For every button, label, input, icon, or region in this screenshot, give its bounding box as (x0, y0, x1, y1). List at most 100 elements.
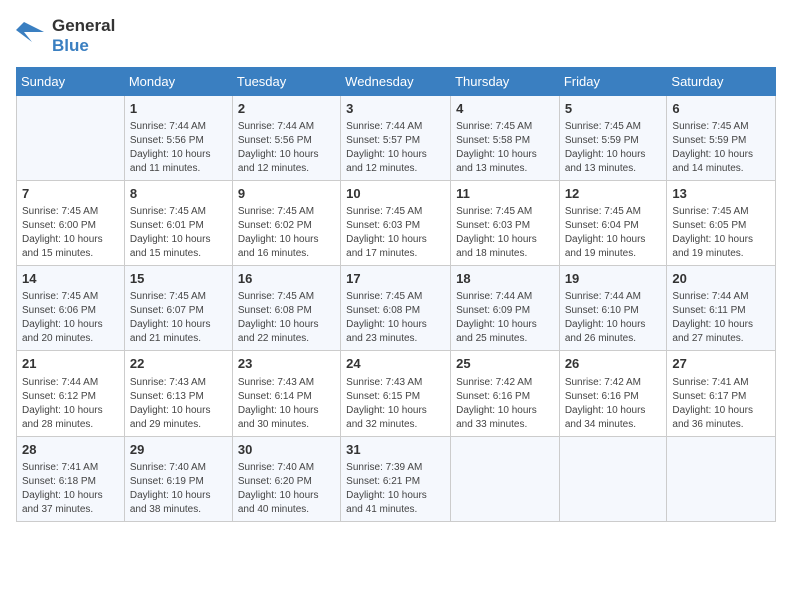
day-info: Sunrise: 7:43 AM Sunset: 6:15 PM Dayligh… (346, 376, 445, 432)
calendar-week-row: 21 Sunrise: 7:44 AM Sunset: 6:12 PM Dayli… (17, 351, 776, 436)
day-number: 13 (672, 185, 770, 203)
calendar-cell: 4 Sunrise: 7:45 AM Sunset: 5:58 PM Daylig… (451, 95, 560, 180)
day-number: 11 (456, 185, 554, 203)
calendar-cell: 9Sunrise: 7:45 AM Sunset: 6:02 PM Daylig… (232, 180, 340, 265)
calendar-cell: 25 Sunrise: 7:42 AM Sunset: 6:16 PM Dayli… (451, 351, 560, 436)
day-number: 16 (238, 270, 335, 288)
day-number: 2 (238, 100, 335, 118)
day-info: Sunrise: 7:44 AM Sunset: 5:56 PM Dayligh… (238, 120, 335, 176)
day-number: 17 (346, 270, 445, 288)
day-number: 22 (130, 355, 227, 373)
day-number: 6 (672, 100, 770, 118)
weekday-header-friday: Friday (559, 67, 667, 95)
calendar-cell: 3 Sunrise: 7:44 AM Sunset: 5:57 PM Daylig… (341, 95, 451, 180)
calendar-cell: 19 Sunrise: 7:44 AM Sunset: 6:10 PM Dayli… (559, 266, 667, 351)
calendar-cell: 31 Sunrise: 7:39 AM Sunset: 6:21 PM Dayli… (341, 436, 451, 521)
calendar-cell: 2 Sunrise: 7:44 AM Sunset: 5:56 PM Daylig… (232, 95, 340, 180)
day-info: Sunrise: 7:43 AM Sunset: 6:14 PM Dayligh… (238, 376, 335, 432)
day-info: Sunrise: 7:42 AM Sunset: 6:16 PM Dayligh… (456, 376, 554, 432)
day-number: 3 (346, 100, 445, 118)
page-header: GeneralBlue (16, 16, 776, 57)
day-number: 15 (130, 270, 227, 288)
calendar-table: SundayMondayTuesdayWednesdayThursdayFrid… (16, 67, 776, 522)
weekday-header-tuesday: Tuesday (232, 67, 340, 95)
day-number: 24 (346, 355, 445, 373)
calendar-cell: 17 Sunrise: 7:45 AM Sunset: 6:08 PM Dayli… (341, 266, 451, 351)
day-info: Sunrise: 7:45 AM Sunset: 5:59 PM Dayligh… (565, 120, 662, 176)
day-info: Sunrise: 7:41 AM Sunset: 6:18 PM Dayligh… (22, 461, 119, 517)
day-info: Sunrise: 7:44 AM Sunset: 6:11 PM Dayligh… (672, 290, 770, 346)
day-info: Sunrise: 7:40 AM Sunset: 6:20 PM Dayligh… (238, 461, 335, 517)
day-info: Sunrise: 7:45 AM Sunset: 6:08 PM Dayligh… (346, 290, 445, 346)
calendar-cell: 27Sunrise: 7:41 AM Sunset: 6:17 PM Dayli… (667, 351, 776, 436)
calendar-cell: 20 Sunrise: 7:44 AM Sunset: 6:11 PM Dayli… (667, 266, 776, 351)
day-number: 28 (22, 441, 119, 459)
calendar-cell: 11 Sunrise: 7:45 AM Sunset: 6:03 PM Dayli… (451, 180, 560, 265)
day-info: Sunrise: 7:45 AM Sunset: 6:02 PM Dayligh… (238, 205, 335, 261)
day-number: 31 (346, 441, 445, 459)
day-info: Sunrise: 7:45 AM Sunset: 6:05 PM Dayligh… (672, 205, 770, 261)
calendar-cell (559, 436, 667, 521)
calendar-week-row: 28 Sunrise: 7:41 AM Sunset: 6:18 PM Dayli… (17, 436, 776, 521)
day-info: Sunrise: 7:43 AM Sunset: 6:13 PM Dayligh… (130, 376, 227, 432)
logo-blue: Blue (52, 36, 115, 56)
day-info: Sunrise: 7:45 AM Sunset: 6:08 PM Dayligh… (238, 290, 335, 346)
calendar-cell: 21 Sunrise: 7:44 AM Sunset: 6:12 PM Dayli… (17, 351, 125, 436)
day-number: 5 (565, 100, 662, 118)
day-info: Sunrise: 7:45 AM Sunset: 6:03 PM Dayligh… (346, 205, 445, 261)
calendar-cell: 24 Sunrise: 7:43 AM Sunset: 6:15 PM Dayli… (341, 351, 451, 436)
day-info: Sunrise: 7:44 AM Sunset: 6:10 PM Dayligh… (565, 290, 662, 346)
calendar-cell: 16 Sunrise: 7:45 AM Sunset: 6:08 PM Dayli… (232, 266, 340, 351)
weekday-header-monday: Monday (124, 67, 232, 95)
day-info: Sunrise: 7:39 AM Sunset: 6:21 PM Dayligh… (346, 461, 445, 517)
day-number: 23 (238, 355, 335, 373)
day-info: Sunrise: 7:45 AM Sunset: 6:03 PM Dayligh… (456, 205, 554, 261)
day-number: 30 (238, 441, 335, 459)
day-number: 7 (22, 185, 119, 203)
calendar-week-row: 14Sunrise: 7:45 AM Sunset: 6:06 PM Dayli… (17, 266, 776, 351)
weekday-header-wednesday: Wednesday (341, 67, 451, 95)
weekday-header-thursday: Thursday (451, 67, 560, 95)
calendar-cell: 22 Sunrise: 7:43 AM Sunset: 6:13 PM Dayli… (124, 351, 232, 436)
day-info: Sunrise: 7:45 AM Sunset: 6:07 PM Dayligh… (130, 290, 227, 346)
day-number: 21 (22, 355, 119, 373)
logo-bird-icon (16, 18, 48, 54)
day-number: 18 (456, 270, 554, 288)
day-info: Sunrise: 7:44 AM Sunset: 6:09 PM Dayligh… (456, 290, 554, 346)
day-info: Sunrise: 7:44 AM Sunset: 5:56 PM Dayligh… (130, 120, 227, 176)
day-number: 19 (565, 270, 662, 288)
calendar-cell: 28 Sunrise: 7:41 AM Sunset: 6:18 PM Dayli… (17, 436, 125, 521)
day-info: Sunrise: 7:40 AM Sunset: 6:19 PM Dayligh… (130, 461, 227, 517)
day-info: Sunrise: 7:44 AM Sunset: 5:57 PM Dayligh… (346, 120, 445, 176)
day-info: Sunrise: 7:41 AM Sunset: 6:17 PM Dayligh… (672, 376, 770, 432)
calendar-week-row: 7 Sunrise: 7:45 AM Sunset: 6:00 PM Daylig… (17, 180, 776, 265)
calendar-cell: 13 Sunrise: 7:45 AM Sunset: 6:05 PM Dayli… (667, 180, 776, 265)
calendar-cell: 8Sunrise: 7:45 AM Sunset: 6:01 PM Daylig… (124, 180, 232, 265)
day-number: 26 (565, 355, 662, 373)
day-info: Sunrise: 7:45 AM Sunset: 6:04 PM Dayligh… (565, 205, 662, 261)
day-info: Sunrise: 7:45 AM Sunset: 6:06 PM Dayligh… (22, 290, 119, 346)
weekday-header-row: SundayMondayTuesdayWednesdayThursdayFrid… (17, 67, 776, 95)
calendar-cell: 15 Sunrise: 7:45 AM Sunset: 6:07 PM Dayli… (124, 266, 232, 351)
calendar-cell: 7 Sunrise: 7:45 AM Sunset: 6:00 PM Daylig… (17, 180, 125, 265)
calendar-cell (17, 95, 125, 180)
calendar-cell: 26 Sunrise: 7:42 AM Sunset: 6:16 PM Dayli… (559, 351, 667, 436)
calendar-cell: 5 Sunrise: 7:45 AM Sunset: 5:59 PM Daylig… (559, 95, 667, 180)
day-number: 29 (130, 441, 227, 459)
day-number: 20 (672, 270, 770, 288)
day-info: Sunrise: 7:42 AM Sunset: 6:16 PM Dayligh… (565, 376, 662, 432)
day-number: 8 (130, 185, 227, 203)
logo: GeneralBlue (16, 16, 115, 57)
logo-general: General (52, 16, 115, 36)
calendar-cell (667, 436, 776, 521)
day-number: 4 (456, 100, 554, 118)
calendar-cell: 18 Sunrise: 7:44 AM Sunset: 6:09 PM Dayli… (451, 266, 560, 351)
day-info: Sunrise: 7:44 AM Sunset: 6:12 PM Dayligh… (22, 376, 119, 432)
day-number: 25 (456, 355, 554, 373)
weekday-header-sunday: Sunday (17, 67, 125, 95)
day-info: Sunrise: 7:45 AM Sunset: 5:58 PM Dayligh… (456, 120, 554, 176)
calendar-week-row: 1 Sunrise: 7:44 AM Sunset: 5:56 PM Daylig… (17, 95, 776, 180)
day-info: Sunrise: 7:45 AM Sunset: 6:00 PM Dayligh… (22, 205, 119, 261)
calendar-cell: 10Sunrise: 7:45 AM Sunset: 6:03 PM Dayli… (341, 180, 451, 265)
day-number: 1 (130, 100, 227, 118)
